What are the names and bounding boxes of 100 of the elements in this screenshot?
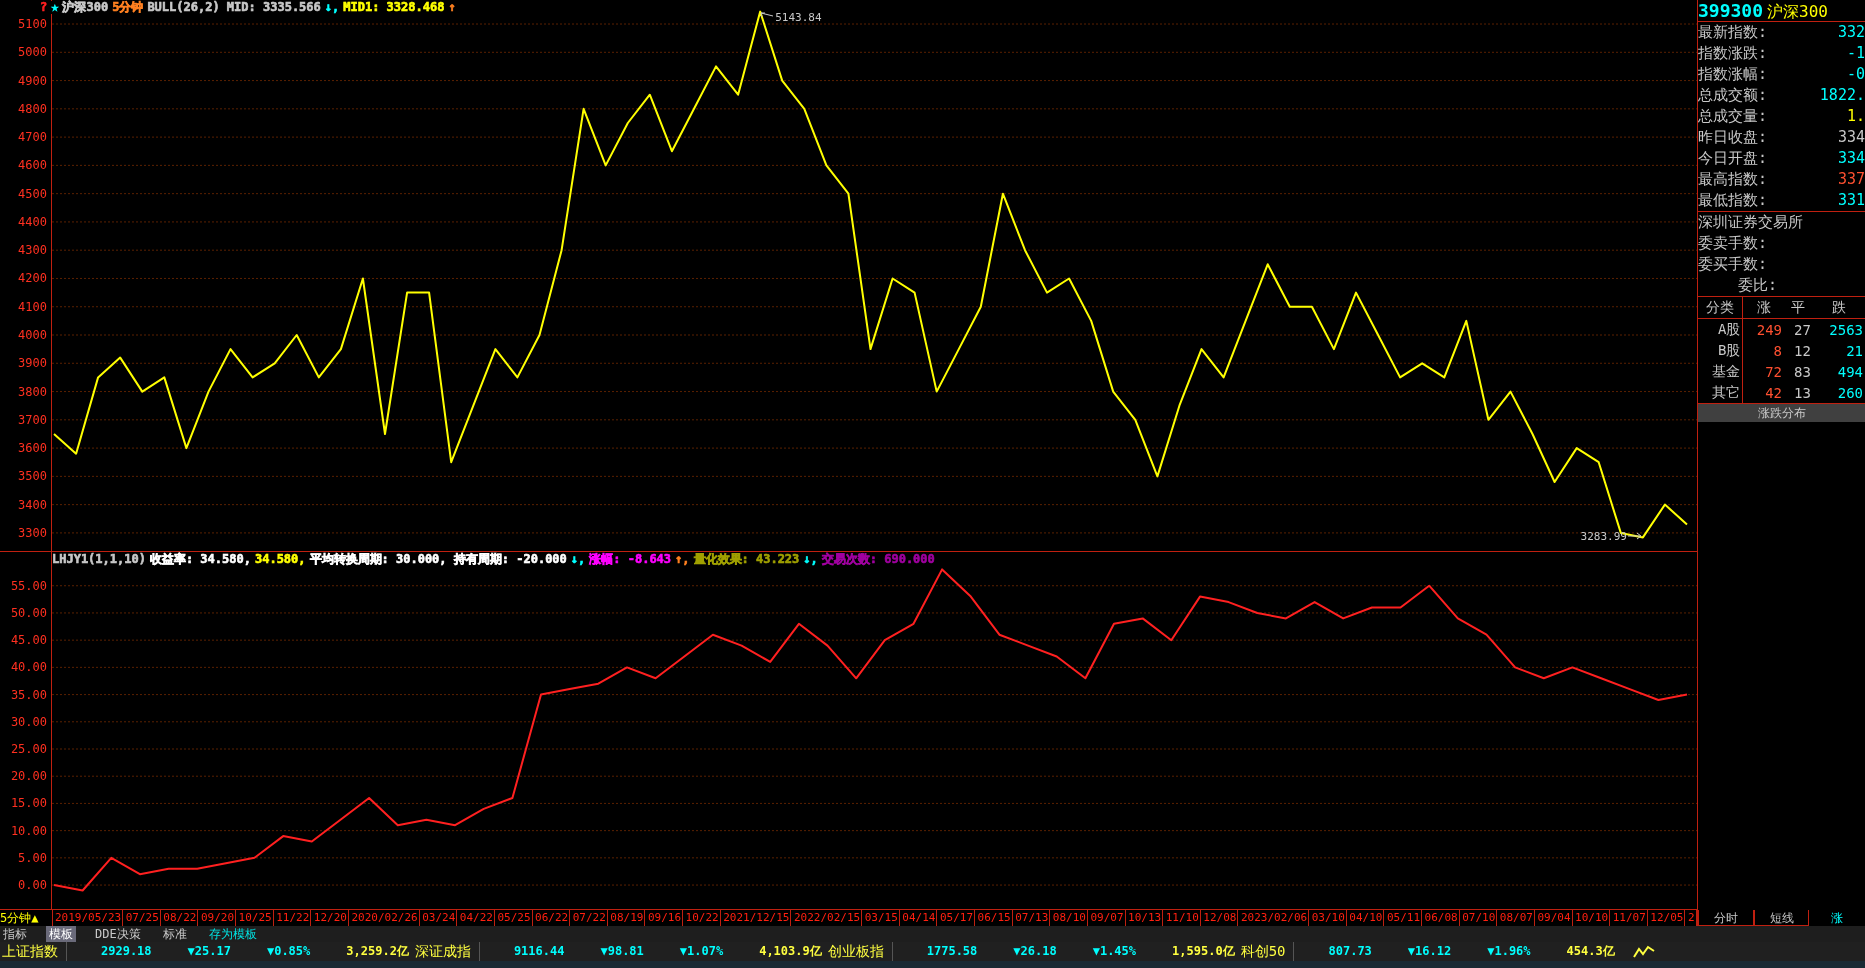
stock-code: 399300 [1698, 0, 1764, 21]
axis-label: 4400 [18, 215, 47, 228]
template-tab[interactable]: 模板 [46, 926, 76, 942]
axis-label: 5100 [18, 18, 47, 30]
turnover-amount: 3,259.2亿 [345, 943, 410, 960]
axis-label: 35.00 [10, 688, 47, 701]
template-tab[interactable]: DDE决策 [92, 926, 144, 942]
column-header: 跌 [1812, 297, 1865, 319]
count-cell-text: 21 [1845, 341, 1864, 361]
quote-label: 指数涨跌: [1698, 43, 1768, 64]
quote-label: 总成交额: [1698, 85, 1768, 106]
quote-label: 今日开盘: [1698, 148, 1768, 169]
quote-value: -1 [1846, 43, 1865, 64]
indicator-text: ↓, [570, 553, 586, 566]
axis-label: 15.00 [10, 797, 47, 810]
index-price: 807.73 [1327, 943, 1372, 960]
axis-label: 5000 [18, 46, 47, 59]
axis-label: 4500 [18, 187, 47, 200]
quote-label: 最高指数: [1698, 169, 1768, 190]
axis-label: 3900 [18, 357, 47, 370]
indicator-text: LHJY1(1,1,10) [52, 553, 146, 566]
indicator-text: BULL(26,2) MID: 3335.566 [147, 1, 321, 14]
category-cell: 基金 [1698, 361, 1743, 382]
axis-label: 4200 [18, 272, 47, 285]
count-cell: 8 [1742, 340, 1785, 361]
quote-value: 337 [1837, 169, 1865, 190]
index-price: 9116.44 [512, 943, 565, 960]
quote-value: 1. [1846, 106, 1865, 127]
index-change: ▼1.45% [1091, 943, 1137, 960]
distribution-button[interactable]: 涨跌分布 [1698, 403, 1865, 422]
arrow-icon [1627, 532, 1642, 541]
index-change: ▼16.12 [1406, 943, 1452, 960]
quote-label: 指数涨幅: [1698, 64, 1768, 85]
axis-label: 3400 [18, 498, 47, 511]
axis-label: 4000 [18, 329, 47, 341]
axis-label: 4600 [18, 159, 47, 172]
index-change: ▼26.18 [1012, 943, 1057, 960]
axis-label: 4900 [18, 74, 47, 87]
axis-label: 40.00 [10, 661, 47, 674]
order-label: 委比: [1737, 275, 1778, 296]
index-change: ▼1.96% [1486, 943, 1531, 960]
axis-label: 3500 [18, 470, 47, 483]
index-change: ▼25.17 [186, 943, 231, 960]
period-selector[interactable]: 5分钟▲ [0, 910, 52, 926]
quote-label: 总成交量: [1698, 106, 1768, 127]
indicator-text: ↑ [448, 1, 456, 14]
save-template-button[interactable]: 存为模板 [205, 926, 260, 942]
index-change: ▼1.07% [678, 943, 724, 960]
turnover-amount: 1,595.0亿 [1171, 943, 1236, 960]
indicator-text: 涨幅: -8.643 [589, 553, 672, 566]
indicator-text: 交易次数: 690.000 [821, 553, 935, 566]
axis-label: 30.00 [10, 715, 47, 728]
order-label: 委卖手数: [1698, 233, 1768, 254]
indicator-text: ? [40, 1, 48, 14]
quote-label: 最新指数: [1698, 22, 1768, 43]
axis-label: 55.00 [10, 579, 47, 592]
count-cell: 249 [1742, 318, 1785, 340]
count-cell-text: 12 [1793, 341, 1812, 361]
price-label: 5143.84 [775, 11, 822, 23]
quote-value: 331 [1837, 190, 1865, 211]
axis-label: 50.00 [10, 606, 47, 619]
quote-value: 1822. [1819, 85, 1865, 106]
axis-label: 20.00 [10, 770, 47, 783]
arrow-icon [760, 11, 775, 20]
axis-label: 45.00 [10, 634, 47, 647]
count-cell-text: 83 [1793, 362, 1812, 382]
template-tab[interactable]: 标准 [159, 926, 190, 942]
quote-value: -0 [1846, 64, 1865, 85]
indicator-text: ↑, [675, 553, 690, 566]
order-label: 委买手数: [1698, 254, 1768, 275]
indicator-text: MID1: 3328.468 [343, 1, 445, 14]
axis-label: 4100 [18, 300, 47, 313]
indicator-text: 34.580, [254, 553, 306, 566]
category-cell: B股 [1698, 340, 1743, 361]
indicator-text: 5分钟 [112, 1, 144, 14]
indicator-text: ★ [51, 1, 59, 14]
count-cell: 42 [1742, 382, 1785, 403]
indicator-text: 平均转换周期: 30.000, 持有周期: -20.000 [309, 553, 567, 566]
column-header: 平 [1784, 297, 1813, 319]
chart-icon[interactable] [1632, 944, 1655, 959]
index-change: ▼0.85% [265, 943, 311, 960]
indicator-text: 收益率: 34.580, [149, 553, 251, 566]
index-price: 2929.18 [100, 943, 152, 960]
indicator-text: ↓, [803, 553, 818, 566]
indicator-text: ↓, [324, 1, 340, 14]
stock-name: 沪深300 [1767, 2, 1828, 23]
quote-label: 最低指数: [1698, 190, 1768, 211]
axis-label: 4700 [18, 131, 47, 144]
axis-label: 4300 [18, 244, 47, 257]
axis-label: 3600 [18, 442, 47, 455]
turnover-amount: 4,103.9亿 [758, 943, 823, 960]
template-tab[interactable]: 指标 [0, 926, 30, 942]
count-cell-text: 494 [1836, 362, 1864, 382]
quote-value: 334 [1837, 127, 1865, 148]
axis-label: 25.00 [10, 743, 47, 755]
category-cell: A股 [1698, 318, 1743, 340]
count-cell-text: 260 [1836, 383, 1864, 403]
quote-label: 昨日收盘: [1698, 127, 1768, 148]
count-cell: 27 [1784, 318, 1813, 340]
axis-label: 3300 [18, 526, 47, 539]
